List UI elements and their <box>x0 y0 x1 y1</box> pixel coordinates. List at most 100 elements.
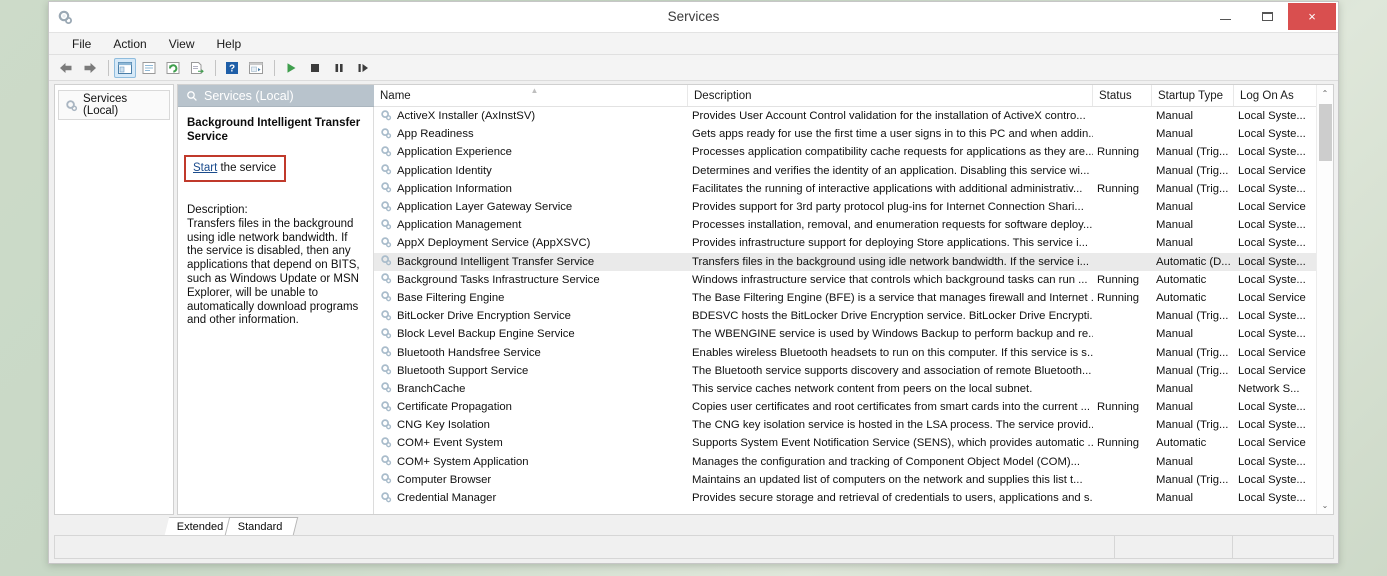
forward-icon[interactable] <box>79 58 101 78</box>
service-name-label: Block Level Backup Engine Service <box>397 328 575 341</box>
start-service-link[interactable]: Start <box>193 162 217 174</box>
cell-description: The WBENGINE service is used by Windows … <box>692 328 1093 341</box>
cell-log-on-as: Local Syste... <box>1238 328 1306 341</box>
cell-log-on-as: Network S... <box>1238 382 1300 395</box>
cell-startup-type: Manual <box>1156 382 1194 395</box>
table-row[interactable]: COM+ System Application Manages the confi… <box>374 453 1333 471</box>
column-header-startup-type[interactable]: Startup Type <box>1152 85 1234 106</box>
cell-status: Running <box>1097 146 1140 159</box>
column-header-name[interactable]: Name ▲ <box>374 85 688 106</box>
cell-name: COM+ System Application <box>374 454 688 469</box>
scroll-up-icon[interactable]: ⌃ <box>1317 85 1334 102</box>
cell-startup-type: Manual <box>1156 219 1194 232</box>
services-rows[interactable]: ActiveX Installer (AxInstSV) Provides Use… <box>374 107 1333 514</box>
menu-view[interactable]: View <box>160 35 204 53</box>
tab-standard[interactable]: Standard <box>225 517 299 535</box>
table-row[interactable]: COM+ Event System Supports System Event N… <box>374 434 1333 452</box>
table-row[interactable]: Background Tasks Infrastructure Service W… <box>374 271 1333 289</box>
table-row[interactable]: Application Management Processes installa… <box>374 216 1333 234</box>
table-row[interactable]: Certificate Propagation Copies user certi… <box>374 398 1333 416</box>
column-header-log-on-as[interactable]: Log On As <box>1234 85 1311 106</box>
help-icon[interactable]: ? <box>221 58 243 78</box>
description-text: Transfers files in the background using … <box>187 217 360 327</box>
back-icon[interactable] <box>55 58 77 78</box>
maximize-button[interactable] <box>1246 2 1288 32</box>
stop-service-icon[interactable] <box>304 58 326 78</box>
main-area: Services (Local) Services (Local) Backgr… <box>49 81 1338 515</box>
cell-name: Certificate Propagation <box>374 400 688 415</box>
table-row[interactable]: Application Layer Gateway Service Provide… <box>374 198 1333 216</box>
services-window: Services × File Action View Help ? Servi… <box>48 1 1339 564</box>
table-row[interactable]: BranchCache This service caches network c… <box>374 380 1333 398</box>
table-row[interactable]: CNG Key Isolation The CNG key isolation s… <box>374 416 1333 434</box>
export-list-icon[interactable] <box>186 58 208 78</box>
menu-file[interactable]: File <box>63 35 100 53</box>
title-bar: Services × <box>49 2 1338 33</box>
table-row[interactable]: App Readiness Gets apps ready for use the… <box>374 125 1333 143</box>
description-label: Description: <box>187 204 248 216</box>
details-pane-header-label: Services (Local) <box>204 88 294 103</box>
close-button[interactable]: × <box>1288 2 1336 30</box>
table-row[interactable]: ActiveX Installer (AxInstSV) Provides Use… <box>374 107 1333 125</box>
table-row[interactable]: Bluetooth Handsfree Service Enables wirel… <box>374 343 1333 361</box>
menu-help[interactable]: Help <box>208 35 251 53</box>
table-row[interactable]: Credential Manager Provides secure storag… <box>374 489 1333 507</box>
service-description-block: Description: Transfers files in the back… <box>178 182 373 328</box>
start-service-icon[interactable] <box>280 58 302 78</box>
cell-description: The Bluetooth service supports discovery… <box>692 364 1092 377</box>
cell-description: BDESVC hosts the BitLocker Drive Encrypt… <box>692 310 1093 323</box>
show-hide-console-tree-icon[interactable] <box>114 57 136 78</box>
column-header-status[interactable]: Status <box>1093 85 1152 106</box>
column-header-description[interactable]: Description <box>688 85 1093 106</box>
pause-service-icon[interactable] <box>328 58 350 78</box>
table-row[interactable]: BitLocker Drive Encryption Service BDESVC… <box>374 307 1333 325</box>
cell-startup-type: Manual <box>1156 455 1194 468</box>
table-row[interactable]: AppX Deployment Service (AppXSVC) Provide… <box>374 234 1333 252</box>
service-name-label: Credential Manager <box>397 492 497 505</box>
minimize-button[interactable] <box>1204 2 1246 32</box>
cell-description: Windows infrastructure service that cont… <box>692 273 1088 286</box>
table-row[interactable]: Base Filtering Engine The Base Filtering … <box>374 289 1333 307</box>
cell-name: Computer Browser <box>374 472 688 487</box>
table-row[interactable]: Application Experience Processes applicat… <box>374 143 1333 161</box>
cell-startup-type: Manual (Trig... <box>1156 364 1229 377</box>
sidebar-item-services-local[interactable]: Services (Local) <box>58 90 170 120</box>
scrollbar-thumb[interactable] <box>1318 104 1332 161</box>
table-row[interactable]: Computer Browser Maintains an updated lis… <box>374 471 1333 489</box>
start-the-service-action[interactable]: Start the service <box>193 162 276 174</box>
cell-log-on-as: Local Syste... <box>1238 492 1306 505</box>
cell-startup-type: Manual (Trig... <box>1156 419 1229 432</box>
table-row[interactable]: Background Intelligent Transfer Service T… <box>374 252 1333 271</box>
menu-action[interactable]: Action <box>104 35 155 53</box>
cell-log-on-as: Local Service <box>1238 164 1306 177</box>
service-gear-icon <box>380 290 392 305</box>
cell-description: The CNG key isolation service is hosted … <box>692 419 1093 432</box>
cell-name: Bluetooth Support Service <box>374 363 688 378</box>
restart-service-icon[interactable] <box>352 58 374 78</box>
table-row[interactable]: Block Level Backup Engine Service The WBE… <box>374 325 1333 343</box>
table-row[interactable]: Application Identity Determines and verif… <box>374 162 1333 180</box>
service-gear-icon <box>380 345 392 360</box>
properties-icon[interactable] <box>138 58 160 78</box>
toolbar: ? <box>49 55 1338 81</box>
service-gear-icon <box>380 272 392 287</box>
scrollbar-track[interactable] <box>1317 102 1334 497</box>
cell-startup-type: Manual (Trig... <box>1156 164 1229 177</box>
cell-log-on-as: Local Syste... <box>1238 128 1306 141</box>
start-service-suffix: the service <box>217 162 277 174</box>
table-row[interactable]: Bluetooth Support Service The Bluetooth s… <box>374 362 1333 380</box>
cell-name: BitLocker Drive Encryption Service <box>374 309 688 324</box>
vertical-scrollbar[interactable]: ⌃ ⌄ <box>1316 85 1333 514</box>
cell-log-on-as: Local Service <box>1238 291 1306 304</box>
cell-description: Determines and verifies the identity of … <box>692 164 1090 177</box>
service-gear-icon <box>380 127 392 142</box>
table-row[interactable]: Application Information Facilitates the r… <box>374 180 1333 198</box>
cell-status: Running <box>1097 437 1140 450</box>
cell-name: COM+ Event System <box>374 436 688 451</box>
cell-log-on-as: Local Syste... <box>1238 310 1306 323</box>
service-gear-icon <box>380 491 392 506</box>
show-action-pane-icon[interactable] <box>245 58 267 78</box>
scroll-down-icon[interactable]: ⌄ <box>1317 497 1334 514</box>
cell-name: App Readiness <box>374 127 688 142</box>
refresh-icon[interactable] <box>162 58 184 78</box>
